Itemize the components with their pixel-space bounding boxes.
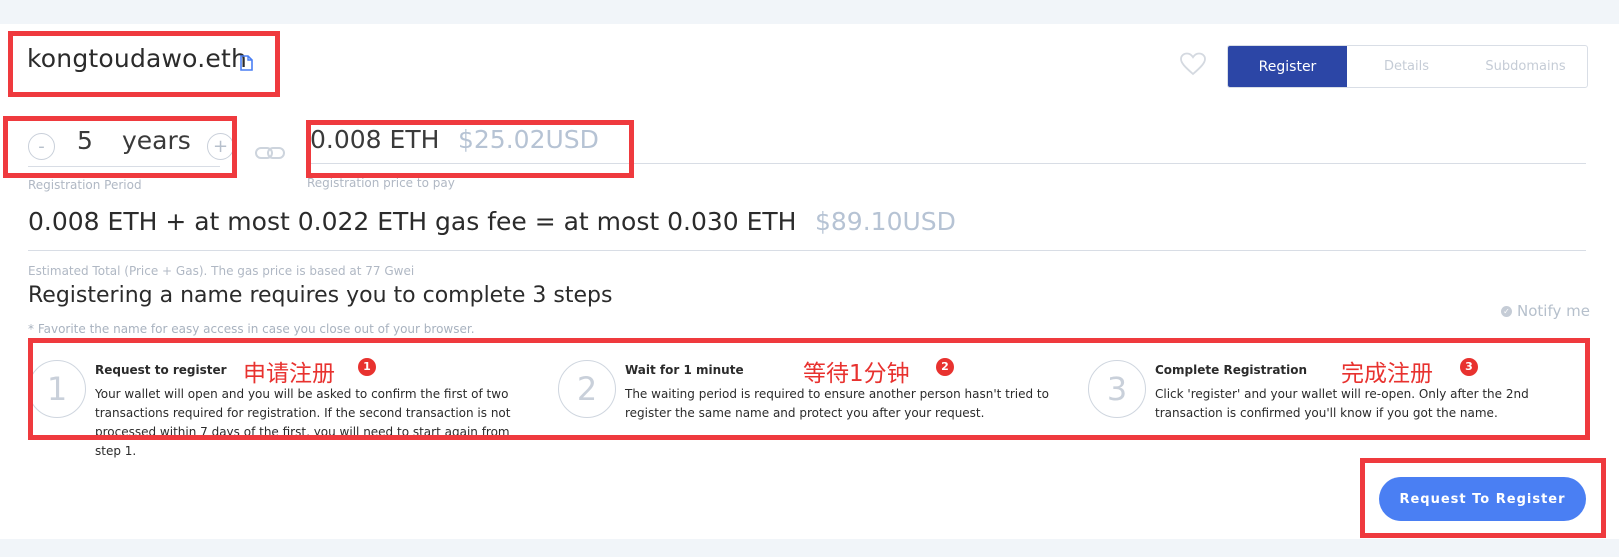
tab-register[interactable]: Register (1228, 46, 1347, 87)
highlight-steps (28, 338, 1590, 440)
tab-details[interactable]: Details (1347, 46, 1466, 87)
notify-me-toggle[interactable]: ✓ Notify me (1501, 302, 1590, 320)
steps-heading: Registering a name requires you to compl… (28, 283, 613, 308)
highlight-domain (8, 31, 280, 97)
tab-subdomains[interactable]: Subdomains (1466, 46, 1585, 87)
highlight-price (306, 120, 634, 178)
heart-icon[interactable] (1180, 52, 1206, 76)
view-tabs: Register Details Subdomains (1227, 45, 1588, 88)
estimated-total: 0.008 ETH + at most 0.022 ETH gas fee = … (28, 207, 797, 236)
price-caption: Registration price to pay (307, 176, 455, 190)
highlight-register-button (1360, 458, 1606, 538)
period-caption: Registration Period (28, 178, 142, 192)
estimated-total-usd: $89.10USD (815, 207, 956, 236)
favorite-note: * Favorite the name for easy access in c… (28, 322, 475, 336)
highlight-period (3, 116, 237, 178)
check-circle-icon: ✓ (1501, 305, 1512, 317)
link-icon (255, 147, 285, 159)
total-underline (28, 250, 1586, 251)
total-caption: Estimated Total (Price + Gas). The gas p… (28, 264, 415, 278)
notify-me-label: Notify me (1517, 302, 1590, 320)
